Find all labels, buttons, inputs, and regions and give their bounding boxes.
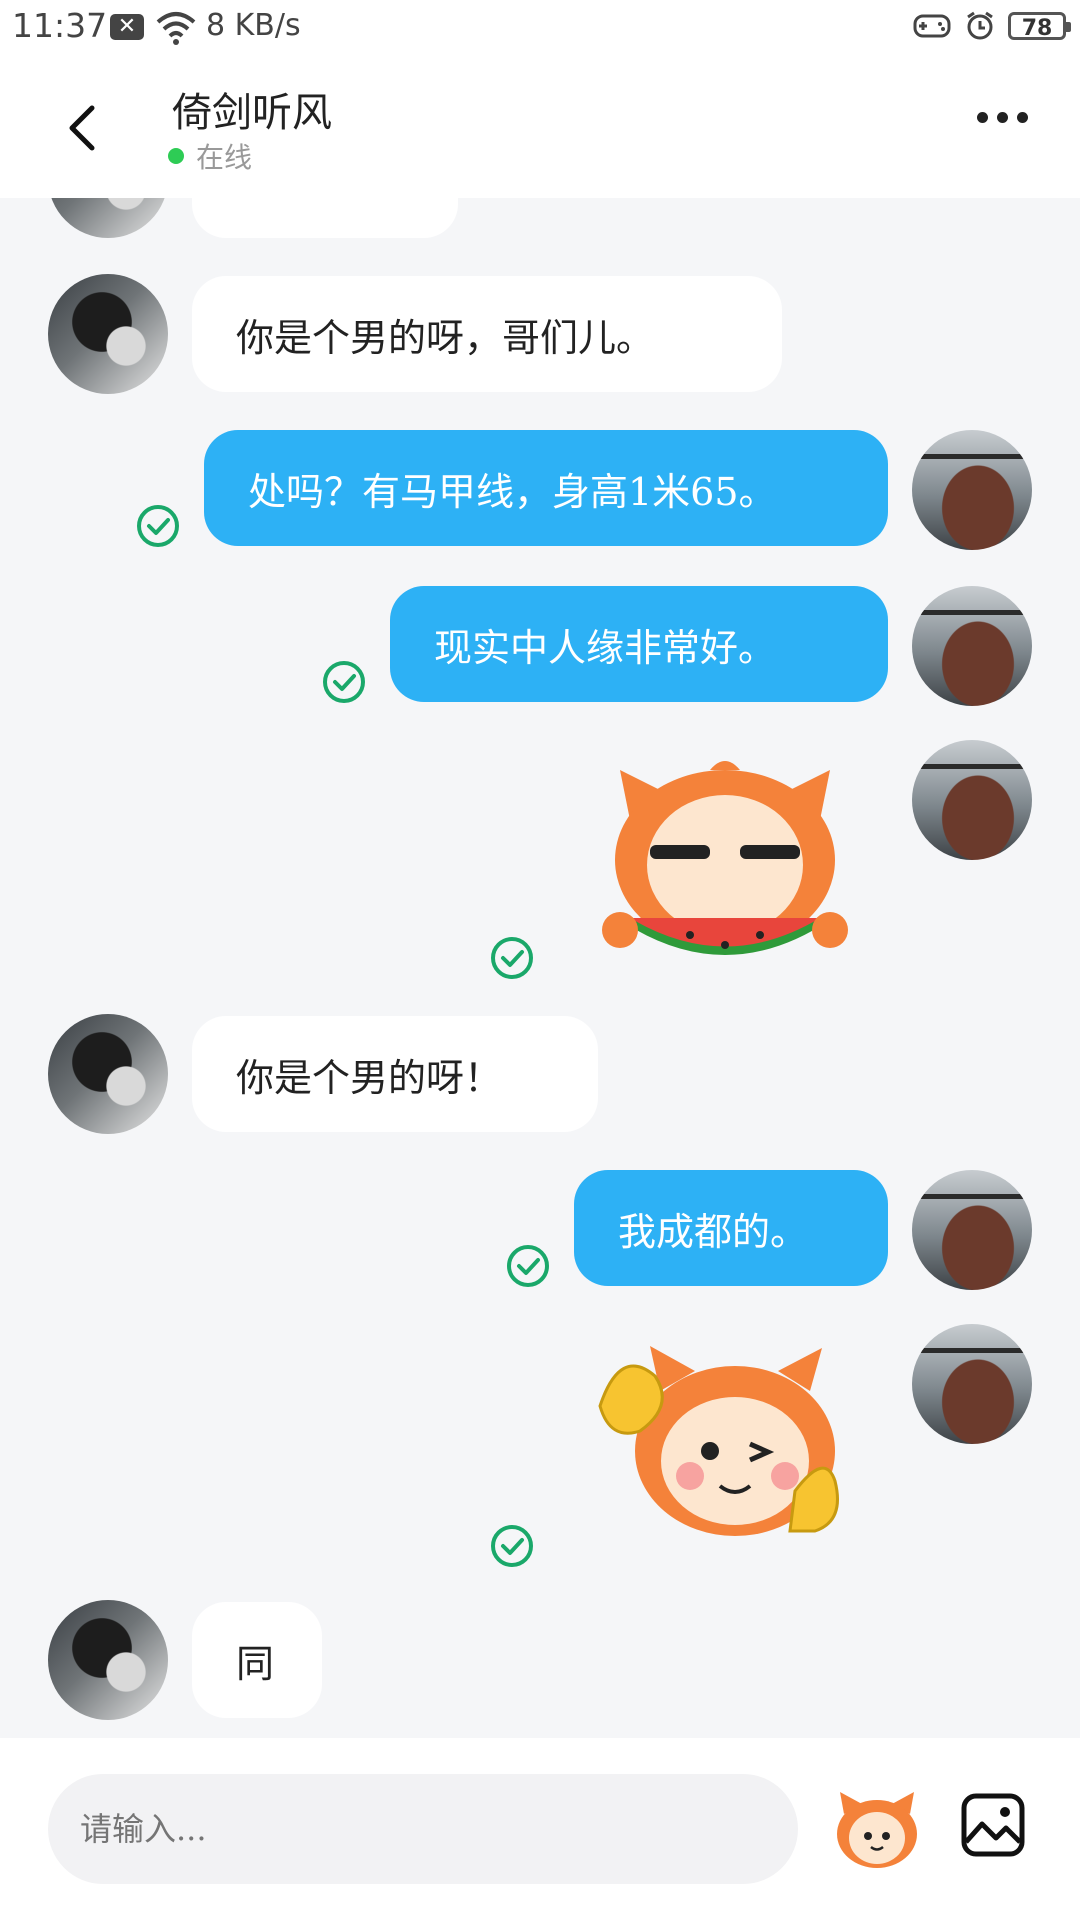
image-picker-icon[interactable] xyxy=(960,1792,1026,1858)
notification-close-icon: ✕ xyxy=(110,14,144,40)
message-text: 处吗？有马甲线，身高1米65。 xyxy=(248,469,777,514)
wink-thumbs-up-sticker[interactable] xyxy=(590,1336,850,1546)
outgoing-message-bubble[interactable]: 现实中人缘非常好。 xyxy=(390,586,888,702)
read-check-icon xyxy=(507,1245,549,1287)
gamepad-icon xyxy=(913,14,951,38)
my-avatar[interactable] xyxy=(912,1324,1032,1444)
my-avatar[interactable] xyxy=(912,1170,1032,1290)
message-list[interactable]: 你是个男的呀，哥们儿。 处吗？有马甲线，身高1米65。 现实中人缘非常好。 你是… xyxy=(0,198,1080,1738)
more-options-button[interactable] xyxy=(977,112,1028,123)
more-dot-icon xyxy=(997,112,1008,123)
chat-header: 倚剑听风 在线 xyxy=(0,58,1080,198)
battery-icon: 78 xyxy=(1008,12,1071,41)
online-status: 在线 xyxy=(168,136,252,176)
status-bar: 11:37 ✕ 8 KB/s 78 xyxy=(0,0,1080,58)
network-speed: 8 KB/s xyxy=(206,8,301,43)
outgoing-message-bubble[interactable]: 处吗？有马甲线，身高1米65。 xyxy=(204,430,888,546)
outgoing-message-bubble[interactable]: 我成都的。 xyxy=(574,1170,888,1286)
message-text: 你是个男的呀！ xyxy=(236,1055,503,1100)
contact-avatar[interactable] xyxy=(48,274,168,394)
read-check-icon xyxy=(491,937,533,979)
contact-avatar[interactable] xyxy=(48,1014,168,1134)
online-dot-icon xyxy=(168,148,184,164)
status-time: 11:37 xyxy=(12,6,108,45)
more-dot-icon xyxy=(977,112,988,123)
contact-avatar[interactable] xyxy=(48,198,168,238)
wifi-icon xyxy=(156,12,196,45)
read-check-icon xyxy=(491,1525,533,1567)
contact-avatar[interactable] xyxy=(48,1600,168,1720)
message-text: 我成都的。 xyxy=(618,1209,809,1254)
back-arrow-icon[interactable] xyxy=(56,98,116,158)
read-check-icon xyxy=(137,505,179,547)
message-input[interactable] xyxy=(48,1774,798,1884)
my-avatar[interactable] xyxy=(912,740,1032,860)
incoming-message-bubble[interactable] xyxy=(192,198,458,238)
watermelon-sticker[interactable] xyxy=(600,750,850,980)
input-bar xyxy=(0,1738,1080,1920)
read-check-icon xyxy=(323,661,365,703)
message-text: 你是个男的呀，哥们儿。 xyxy=(236,315,655,360)
alarm-icon xyxy=(967,11,993,40)
more-dot-icon xyxy=(1017,112,1028,123)
my-avatar[interactable] xyxy=(912,586,1032,706)
incoming-message-bubble[interactable]: 同 xyxy=(192,1602,322,1718)
message-text: 同 xyxy=(236,1641,275,1686)
incoming-message-bubble[interactable]: 你是个男的呀，哥们儿。 xyxy=(192,276,782,392)
incoming-message-bubble[interactable]: 你是个男的呀！ xyxy=(192,1016,598,1132)
contact-name: 倚剑听风 xyxy=(172,90,332,136)
sticker-picker-icon[interactable] xyxy=(832,1784,922,1874)
online-status-text: 在线 xyxy=(196,141,253,174)
my-avatar[interactable] xyxy=(912,430,1032,550)
message-text: 现实中人缘非常好。 xyxy=(434,625,777,670)
